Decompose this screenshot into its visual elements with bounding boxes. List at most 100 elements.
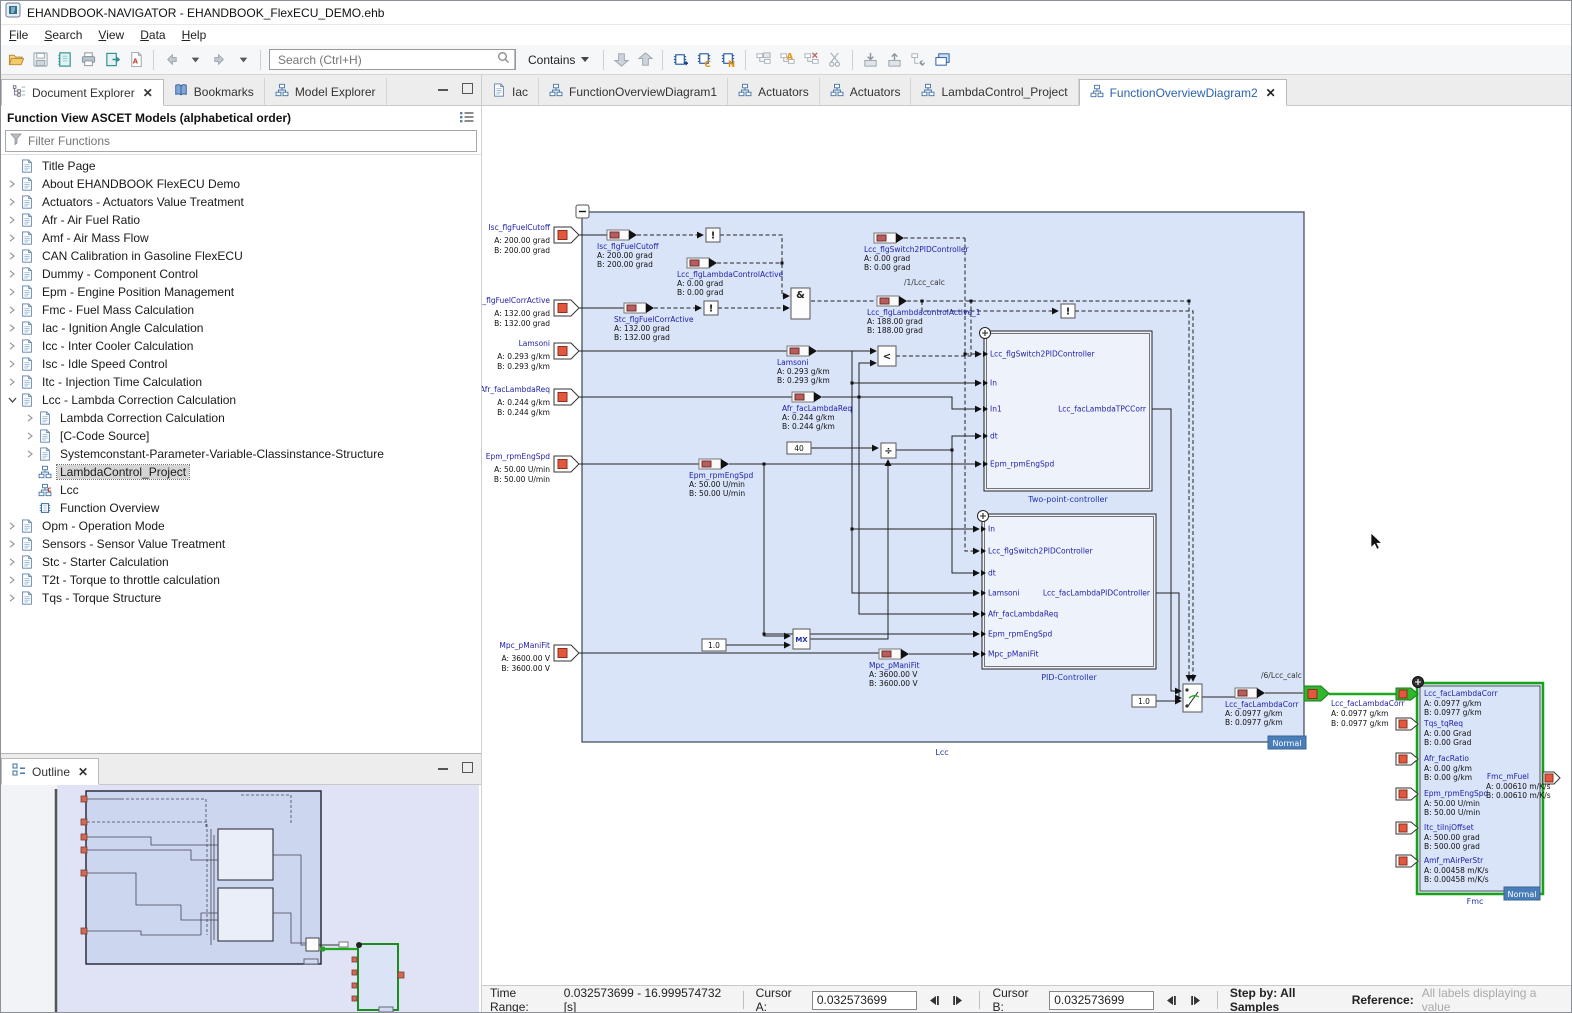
tree-collapsed-icon[interactable] bbox=[5, 591, 19, 605]
scroll-up-icon[interactable] bbox=[634, 49, 656, 71]
operator-block-<[interactable]: < bbox=[878, 346, 896, 366]
block-pid-controller[interactable]: InLcc_flgSwitch2PIDControllerdtLamsoniAf… bbox=[978, 511, 1157, 683]
tree-collapsed-icon[interactable] bbox=[5, 177, 19, 191]
diagram-tools-icon[interactable] bbox=[907, 49, 929, 71]
pdf-icon[interactable]: A bbox=[125, 49, 147, 71]
tree-item-tqs-torque-structure[interactable]: Tqs - Torque Structure bbox=[1, 589, 481, 607]
tree-collapsed-icon[interactable] bbox=[5, 555, 19, 569]
tree-item-function-overview[interactable]: Function Overview bbox=[1, 499, 481, 517]
tab-outline[interactable]: Outline ✕ bbox=[1, 758, 99, 785]
tree-item-actuators-actuators-value-treatment[interactable]: Actuators - Actuators Value Treatment bbox=[1, 193, 481, 211]
editor-tab-actuators[interactable]: Actuators bbox=[820, 78, 912, 105]
tree-item-about-ehandbook-flexecu-demo[interactable]: About EHANDBOOK FlexECU Demo bbox=[1, 175, 481, 193]
tree-collapsed-icon[interactable] bbox=[5, 303, 19, 317]
tree-item-fmc-fuel-mass-calculation[interactable]: Fmc - Fuel Mass Calculation bbox=[1, 301, 481, 319]
search-mode-dropdown[interactable]: Contains bbox=[520, 53, 597, 67]
tree-collapsed-icon[interactable] bbox=[5, 285, 19, 299]
tree-item-dummy-component-control[interactable]: Dummy - Component Control bbox=[1, 265, 481, 283]
close-icon[interactable]: ✕ bbox=[78, 765, 88, 779]
menu-file[interactable]: File bbox=[1, 27, 36, 43]
tree-item--c-code-source-[interactable]: [C-Code Source] bbox=[1, 427, 481, 445]
cursor-b-next-button[interactable] bbox=[1188, 991, 1205, 1009]
input-port-Lamsoni[interactable]: LamsoniA: 0.293 g/kmB: 0.293 g/km bbox=[497, 339, 579, 371]
operator-block-&[interactable]: & bbox=[791, 288, 810, 319]
editor-tab-actuators[interactable]: Actuators bbox=[728, 78, 820, 105]
caret-icon[interactable] bbox=[232, 49, 254, 71]
tree-item-lambdacontrol-project[interactable]: LambdaControl_Project bbox=[1, 463, 481, 481]
tree-collapsed-icon[interactable] bbox=[5, 213, 19, 227]
tree-collapsed-icon[interactable] bbox=[5, 195, 19, 209]
cursor-a-input[interactable] bbox=[812, 991, 917, 1010]
tree-collapsed-icon[interactable] bbox=[5, 537, 19, 551]
print-icon[interactable] bbox=[77, 49, 99, 71]
input-port-Epm_rpmEngSpd[interactable]: Epm_rpmEngSpdA: 50.00 U/minB: 50.00 U/mi… bbox=[486, 452, 579, 484]
menu-help[interactable]: Help bbox=[174, 27, 215, 43]
input-port-Mpc_pManiFit[interactable]: Mpc_pManiFitA: 3600.00 VB: 3600.00 V bbox=[499, 641, 579, 673]
instrument-calibration-icon[interactable]: C bbox=[693, 49, 715, 71]
import-icon[interactable] bbox=[859, 49, 881, 71]
minimize-icon[interactable] bbox=[438, 762, 448, 770]
tree-collapsed-icon[interactable] bbox=[5, 267, 19, 281]
tree-item-afr-air-fuel-ratio[interactable]: Afr - Air Fuel Ratio bbox=[1, 211, 481, 229]
constant-40[interactable]: 40 bbox=[787, 442, 811, 454]
menu-view[interactable]: View bbox=[90, 27, 132, 43]
constant-1.0[interactable]: 1.0 bbox=[1132, 695, 1156, 707]
editor-tab-iac[interactable]: Iac bbox=[482, 78, 539, 105]
close-icon[interactable]: ✕ bbox=[143, 86, 153, 100]
diagram-annotate-icon[interactable]: A bbox=[776, 49, 798, 71]
view-menu-icon[interactable] bbox=[459, 110, 475, 127]
tree-collapsed-icon[interactable] bbox=[5, 321, 19, 335]
tree-item-can-calibration-in-gasoline-flexecu[interactable]: CAN Calibration in Gasoline FlexECU bbox=[1, 247, 481, 265]
fmc-block[interactable]: Lcc_facLambdaCorrA: 0.0977 g/kmB: 0.0977… bbox=[1396, 677, 1560, 907]
save-icon[interactable] bbox=[29, 49, 51, 71]
diagram-clear-icon[interactable] bbox=[800, 49, 822, 71]
tree-item-amf-air-mass-flow[interactable]: Amf - Air Mass Flow bbox=[1, 229, 481, 247]
tree-item-title-page[interactable]: Title Page bbox=[1, 157, 481, 175]
fmc-input-port-Amf_mAirPerStr[interactable]: Amf_mAirPerStrA: 0.00458 m/K/sB: 0.00458… bbox=[1396, 855, 1489, 884]
fmc-input-port-Tqs_tqReq[interactable]: Tqs_tqReqA: 0.00 GradB: 0.00 Grad bbox=[1396, 718, 1472, 747]
menu-search[interactable]: Search bbox=[36, 27, 90, 43]
fmc-input-port-Epm_rpmEngSpd[interactable]: Epm_rpmEngSpdA: 50.00 U/minB: 50.00 U/mi… bbox=[1396, 788, 1488, 817]
tree-item-t2t-torque-to-throttle-calculation[interactable]: T2t - Torque to throttle calculation bbox=[1, 571, 481, 589]
search-input[interactable] bbox=[276, 52, 493, 68]
journal-icon[interactable] bbox=[53, 49, 75, 71]
scroll-down-icon[interactable] bbox=[610, 49, 632, 71]
tree-expanded-icon[interactable] bbox=[5, 393, 19, 407]
cursor-a-prev-button[interactable] bbox=[925, 991, 942, 1009]
operator-block-MX[interactable]: MX bbox=[793, 629, 810, 649]
operator-block-![interactable]: ! bbox=[704, 301, 718, 315]
instrument-add-icon[interactable] bbox=[669, 49, 691, 71]
fmc-input-port-Afr_facRatio[interactable]: Afr_facRatioA: 0.00 g/kmB: 0.00 g/km bbox=[1396, 753, 1472, 782]
tree-item-stc-starter-calculation[interactable]: Stc - Starter Calculation bbox=[1, 553, 481, 571]
tab-document-explorer[interactable]: Document Explorer✕ bbox=[1, 79, 164, 106]
block-two-point-controller[interactable]: Lcc_flgSwitch2PIDControllerInIn1dtEpm_rp… bbox=[980, 328, 1153, 505]
diagram-collapse-icon[interactable] bbox=[752, 49, 774, 71]
close-icon[interactable]: ✕ bbox=[1266, 86, 1276, 100]
input-port-Isc_flgFuelCutoff[interactable]: Isc_flgFuelCutoffA: 200.00 gradB: 200.00… bbox=[488, 223, 579, 255]
tree-collapsed-icon[interactable] bbox=[5, 357, 19, 371]
tree-item-itc-injection-time-calculation[interactable]: Itc - Injection Time Calculation bbox=[1, 373, 481, 391]
instrument-numeric-icon[interactable]: N bbox=[717, 49, 739, 71]
export-icon[interactable] bbox=[101, 49, 123, 71]
tree-collapsed-icon[interactable] bbox=[23, 447, 37, 461]
tree-item-lcc[interactable]: cLcc bbox=[1, 481, 481, 499]
tree-collapsed-icon[interactable] bbox=[5, 231, 19, 245]
editor-tab-lambdacontrol_project[interactable]: LambdaControl_Project bbox=[911, 78, 1078, 105]
fmc-input-port-Itc_tiInjOffset[interactable]: Itc_tiInjOffsetA: 500.00 gradB: 500.00 g… bbox=[1396, 822, 1480, 851]
filter-functions-input[interactable] bbox=[26, 133, 472, 149]
tree-collapsed-icon[interactable] bbox=[5, 339, 19, 353]
operator-block-![interactable]: ! bbox=[706, 228, 720, 242]
cursor-b-input[interactable] bbox=[1049, 991, 1154, 1010]
tree-item-systemconstant-parameter-variable-classi[interactable]: Systemconstant-Parameter-Variable-Classi… bbox=[1, 445, 481, 463]
tree-collapsed-icon[interactable] bbox=[23, 429, 37, 443]
tree-item-lcc-lambda-correction-calculation[interactable]: Lcc - Lambda Correction Calculation bbox=[1, 391, 481, 409]
tree-collapsed-icon[interactable] bbox=[5, 249, 19, 263]
lcc-output-port[interactable] bbox=[1304, 686, 1329, 701]
window-layout-icon[interactable] bbox=[931, 49, 953, 71]
open-icon[interactable] bbox=[5, 49, 27, 71]
forward-icon[interactable] bbox=[208, 49, 230, 71]
export-up-icon[interactable] bbox=[883, 49, 905, 71]
tree-collapsed-icon[interactable] bbox=[5, 519, 19, 533]
tab-model-explorer[interactable]: Model Explorer bbox=[265, 78, 387, 105]
tree-item-sensors-sensor-value-treatment[interactable]: Sensors - Sensor Value Treatment bbox=[1, 535, 481, 553]
